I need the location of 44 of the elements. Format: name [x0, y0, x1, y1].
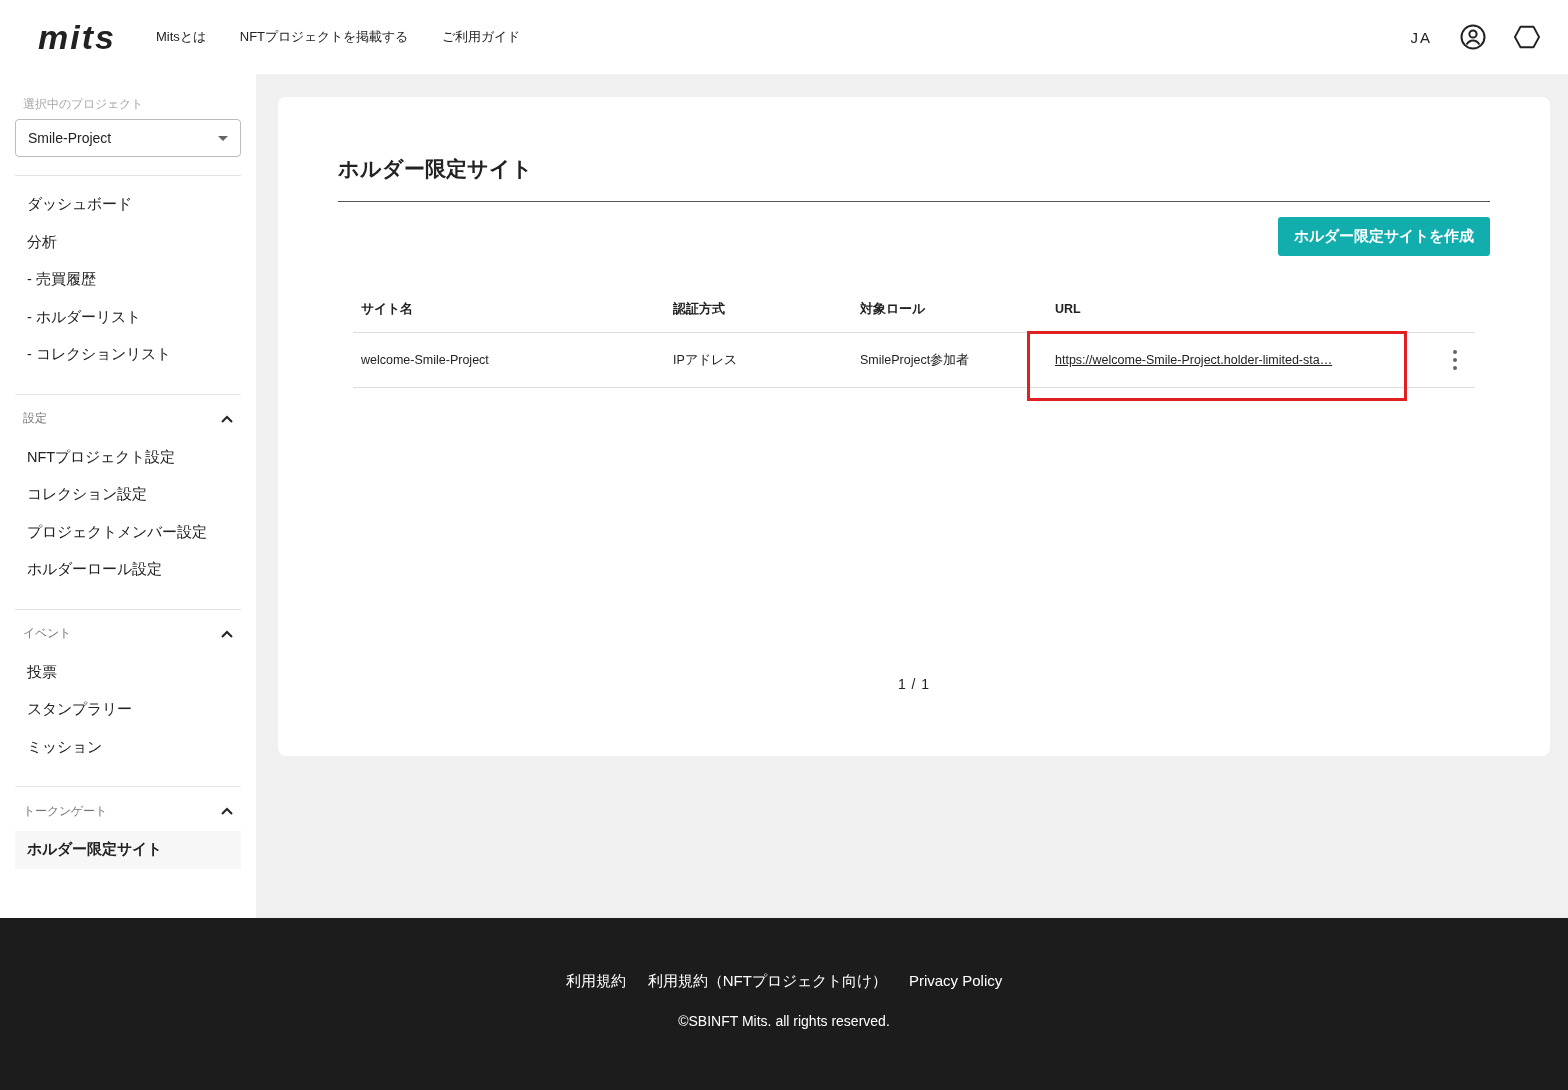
logo[interactable]: mits	[38, 17, 116, 57]
pagination-text: 1 / 1	[897, 676, 931, 692]
column-header: 対象ロール	[860, 300, 926, 318]
column-header: サイト名	[360, 300, 414, 318]
chevron-icon[interactable]	[221, 629, 233, 638]
sidebar-item[interactable]: NFTプロジェクト設定	[15, 438, 241, 476]
sidebar-item[interactable]: プロジェクトメンバー設定	[15, 513, 241, 551]
page-title: ホルダー限定サイト	[338, 155, 1490, 202]
table-cell-text: IPアドレス	[673, 351, 738, 369]
nav-link[interactable]: NFTプロジェクトを掲載する	[239, 28, 409, 46]
sidebar-item[interactable]: - コレクションリスト	[15, 336, 241, 374]
sidebar-item[interactable]: 分析	[15, 223, 241, 261]
footer-link[interactable]: 利用規約	[565, 972, 626, 991]
column-header: URL	[1054, 302, 1082, 316]
sidebar-item[interactable]: コレクション設定	[15, 476, 241, 514]
more-icon[interactable]	[1453, 350, 1457, 370]
sidebar-item[interactable]: - 売買履歴	[15, 261, 241, 299]
url-link[interactable]: https://welcome-Smile-Project.holder-limited-sta…	[1055, 353, 1333, 367]
sidebar-item[interactable]: スタンプラリー	[15, 691, 241, 729]
table-cell-text: SmileProject参加者	[860, 351, 971, 369]
sidebar-item[interactable]: 投票	[15, 653, 241, 691]
language-button[interactable]: JA	[1410, 28, 1432, 46]
sidebar-item[interactable]: ミッション	[15, 728, 241, 766]
sidebar-item[interactable]: ホルダーロール設定	[15, 551, 241, 589]
sidebar-item[interactable]: ダッシュボード	[15, 186, 241, 224]
chevron-icon[interactable]	[221, 807, 233, 815]
sidebar-item[interactable]: - ホルダーリスト	[15, 298, 241, 336]
section-title: 設定	[23, 410, 47, 427]
table-cell-text: welcome-Smile-Project	[360, 353, 490, 367]
section-title: トークンゲート	[23, 802, 107, 820]
chevron-icon[interactable]	[221, 414, 233, 423]
footer-link[interactable]: 利用規約（NFTプロジェクト向け）	[647, 972, 887, 991]
section-title: イベント	[23, 625, 71, 642]
footer-link[interactable]: Privacy Policy	[908, 972, 1003, 991]
caret-icon	[218, 135, 228, 141]
sidebar-item[interactable]: ホルダー限定サイト	[15, 831, 241, 869]
project-select[interactable]: Smile-Project	[15, 119, 241, 157]
account-icon[interactable]	[1460, 24, 1486, 50]
project-label: 選択中のプロジェクト	[22, 96, 144, 113]
hexagon-icon[interactable]	[1514, 24, 1540, 50]
nav-link[interactable]: ご利用ガイド	[442, 28, 521, 46]
copyright-text: ©SBINFT Mits. all rights reserved.	[678, 1013, 890, 1029]
column-header: 認証方式	[673, 300, 726, 318]
nav-link[interactable]: Mitsとは	[155, 28, 206, 46]
